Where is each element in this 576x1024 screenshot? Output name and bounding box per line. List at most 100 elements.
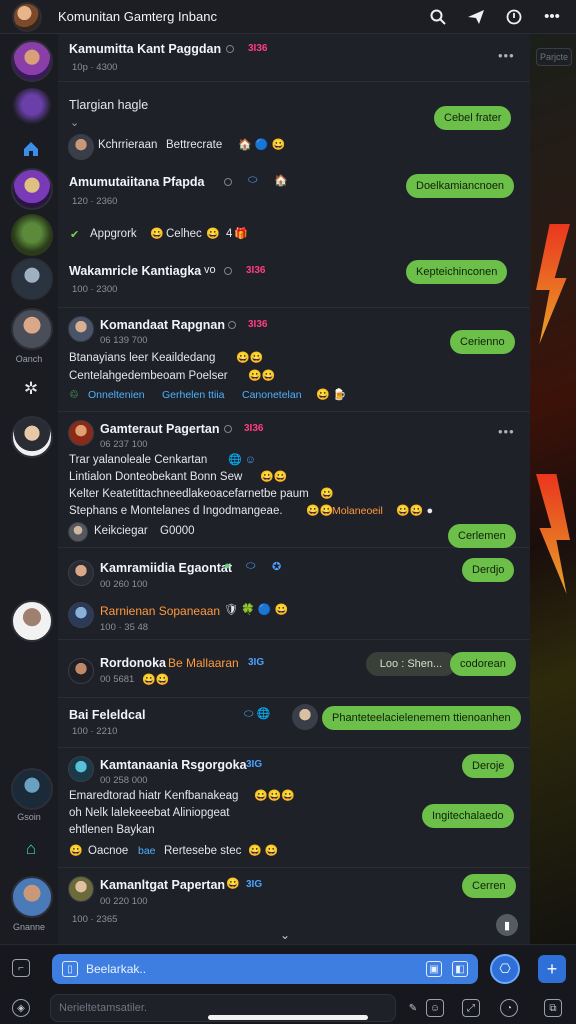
- more-icon[interactable]: •••: [498, 424, 515, 439]
- reply-pill[interactable]: Derdjo: [462, 558, 515, 582]
- compass-icon[interactable]: ◈: [12, 999, 30, 1017]
- emoji-icon: 😀😀: [142, 674, 170, 686]
- reply-pill[interactable]: Doelkamiancnoen: [406, 174, 515, 198]
- feed-item[interactable]: Rordonoka Be Mallaaran 3IG 00 5681 😀😀 Lo…: [58, 640, 530, 698]
- rail-avatar-7[interactable]: [11, 416, 53, 458]
- reply-pill[interactable]: Phanteteelacielenemem ttienoanhen: [322, 706, 521, 730]
- emoji-icon: 😀😀: [306, 505, 334, 517]
- status-dot: [224, 178, 232, 186]
- emoji-icon: 😀: [320, 488, 334, 500]
- reply-author: Keikciegar: [94, 525, 148, 537]
- item-name[interactable]: Rarnienan Sopaneaan: [100, 604, 220, 618]
- feed-item[interactable]: Kamtanaania Rsgorgoka 3IG 00 258 000 Ema…: [58, 748, 530, 868]
- image-icon[interactable]: ▣: [426, 961, 442, 977]
- sticker-icon[interactable]: ⌐: [12, 959, 30, 977]
- info-icon[interactable]: [504, 7, 524, 27]
- reply-pill[interactable]: codorean: [450, 652, 516, 676]
- puzzle-icon[interactable]: ⌂: [20, 838, 42, 860]
- more-icon[interactable]: •••: [498, 48, 515, 63]
- emoji-icon: 😀: [226, 878, 240, 890]
- message-feed: Kamumitta Kant Paggdan 3I36 10p · 4300 •…: [58, 34, 530, 952]
- item-name: Tlargian hagle: [69, 98, 149, 112]
- scroll-badge-icon[interactable]: ▮: [496, 914, 518, 936]
- rail-avatar-10[interactable]: [11, 876, 53, 918]
- attach-icon[interactable]: ▯: [62, 961, 78, 977]
- feed-item[interactable]: Kamumitta Kant Paggdan 3I36 10p · 4300 •…: [58, 34, 530, 82]
- item-footer: Oacnoe: [88, 845, 129, 857]
- rail-label-2: Gsoin: [17, 812, 41, 822]
- search-icon[interactable]: [428, 7, 448, 27]
- item-link[interactable]: Onneltenien: [88, 389, 145, 401]
- send-button[interactable]: ⎔: [490, 954, 520, 984]
- home-icon[interactable]: [20, 138, 42, 160]
- item-meta: 00 260 100: [100, 579, 148, 590]
- page-title: Komunitan Gamterg Inbanc: [58, 9, 217, 24]
- compass-icon: ✪: [272, 561, 282, 573]
- feed-item[interactable]: Tlargian hagle ⌄ Cebel frater Kchrrieraa…: [58, 82, 530, 166]
- expand-icon[interactable]: ⧉: [544, 999, 562, 1017]
- reply-pill[interactable]: Ingitechalaedo: [422, 804, 514, 828]
- reply-pill[interactable]: Kepteichinconen: [406, 260, 508, 284]
- left-rail: Oanch ✲ Gsoin ⌂ Gnanne: [0, 34, 58, 952]
- feed-item[interactable]: Kamanltgat Papertan 😀 3IG 00 220 100 100…: [58, 868, 530, 952]
- chat-icon[interactable]: ◔: [500, 999, 518, 1017]
- feed-item[interactable]: Bai Feleldcal 100 · 2210 ⬭ 🌐 Phanteteela…: [58, 698, 530, 748]
- rail-avatar-5[interactable]: [11, 258, 53, 300]
- reply-pill[interactable]: Cerienno: [450, 330, 515, 354]
- item-link[interactable]: bae: [138, 845, 156, 857]
- send-icon[interactable]: [466, 7, 486, 27]
- rail-avatar-6[interactable]: [11, 308, 53, 350]
- feed-item[interactable]: Gamteraut Pagertan 3I36 ••• 06 237 100 T…: [58, 412, 530, 548]
- background-artwork: Parjcte: [530, 34, 576, 952]
- rail-avatar-9[interactable]: [11, 768, 53, 810]
- feed-item[interactable]: Kamramiidia Egaontat ● ⬭ ✪ 00 260 100 De…: [58, 548, 530, 594]
- ghost-button[interactable]: Parjcte: [536, 48, 572, 66]
- community-avatar[interactable]: [12, 1, 42, 32]
- pen-icon[interactable]: ✎: [404, 999, 422, 1017]
- feed-item[interactable]: Komandaat Rapgnan 3I36 06 139 700 Btanay…: [58, 308, 530, 412]
- feed-item[interactable]: ✔ Appgrork 😀 Celhec 😀 4 🎁: [58, 214, 530, 256]
- reply-pill[interactable]: Cerren: [462, 874, 516, 898]
- feed-item[interactable]: Rarnienan Sopaneaan 🛡 🍀 🔵 😀 100 · 35 48: [58, 594, 530, 640]
- gift-icon: 🎁: [234, 228, 248, 240]
- item-text: Celhec: [166, 228, 202, 240]
- item-tag: 3I36: [244, 423, 264, 434]
- more-icon[interactable]: •••: [542, 7, 562, 27]
- settings-icon[interactable]: ✲: [20, 378, 42, 400]
- rail-avatar-8[interactable]: [11, 600, 53, 642]
- item-link[interactable]: Molaneoeil: [332, 505, 383, 517]
- emoji-icon: 😀😀😀: [254, 790, 296, 802]
- chevron-down-icon[interactable]: ⌄: [280, 928, 290, 942]
- rail-avatar-4[interactable]: [11, 214, 53, 256]
- rail-avatar-3[interactable]: [11, 168, 53, 210]
- rail-avatar-2[interactable]: [11, 88, 53, 130]
- feed-item[interactable]: Amumutaiitana Pfapda ⬭ 🏠 120 · 2360 Doel…: [58, 166, 530, 214]
- chevron-down-icon[interactable]: ⌄: [70, 116, 79, 129]
- item-meta: 10p · 4300: [72, 62, 118, 73]
- reply-pill[interactable]: Cerlemen: [448, 524, 516, 548]
- item-meta: 100 · 35 48: [100, 622, 149, 633]
- add-button[interactable]: +: [538, 955, 566, 983]
- resize-icon[interactable]: ⤢: [462, 999, 480, 1017]
- item-meta: 06 237 100: [100, 439, 148, 450]
- reply-text: G0000: [160, 525, 195, 537]
- item-line: oh Nelk lalekeeebat Aliniopgeat: [69, 807, 230, 819]
- rail-avatar-1[interactable]: [11, 40, 53, 82]
- item-highlight[interactable]: Be Mallaaran: [168, 656, 239, 670]
- item-tag: 3IG: [246, 879, 263, 890]
- feed-item[interactable]: Wakamricle Kantiagka vo 3I36 100 · 2300 …: [58, 256, 530, 308]
- item-line: ehtlenen Baykan: [69, 824, 155, 836]
- gif-icon[interactable]: ◧: [452, 961, 468, 977]
- reply-pill[interactable]: Cebel frater: [434, 106, 512, 130]
- item-link[interactable]: Gerhelen ttiia: [162, 389, 224, 401]
- reply-text: Bettrecrate: [166, 139, 223, 151]
- reply-preview[interactable]: Loo : Shen...: [366, 652, 456, 676]
- message-input[interactable]: ▯ Beelarkak.. ▣ ◧: [52, 954, 478, 984]
- emoji-icon: 😀 😀: [248, 845, 279, 857]
- reply-pill[interactable]: Deroje: [462, 754, 515, 778]
- item-line: Stephans e Montelanes d Ingodmangeae.: [69, 505, 283, 517]
- item-line: Kelter Keatetittachneedlakeoacefarnetbe …: [69, 488, 309, 500]
- emoji-icon[interactable]: ☺: [426, 999, 444, 1017]
- item-link[interactable]: Canonetelan: [242, 389, 302, 401]
- item-avatar: [292, 704, 318, 730]
